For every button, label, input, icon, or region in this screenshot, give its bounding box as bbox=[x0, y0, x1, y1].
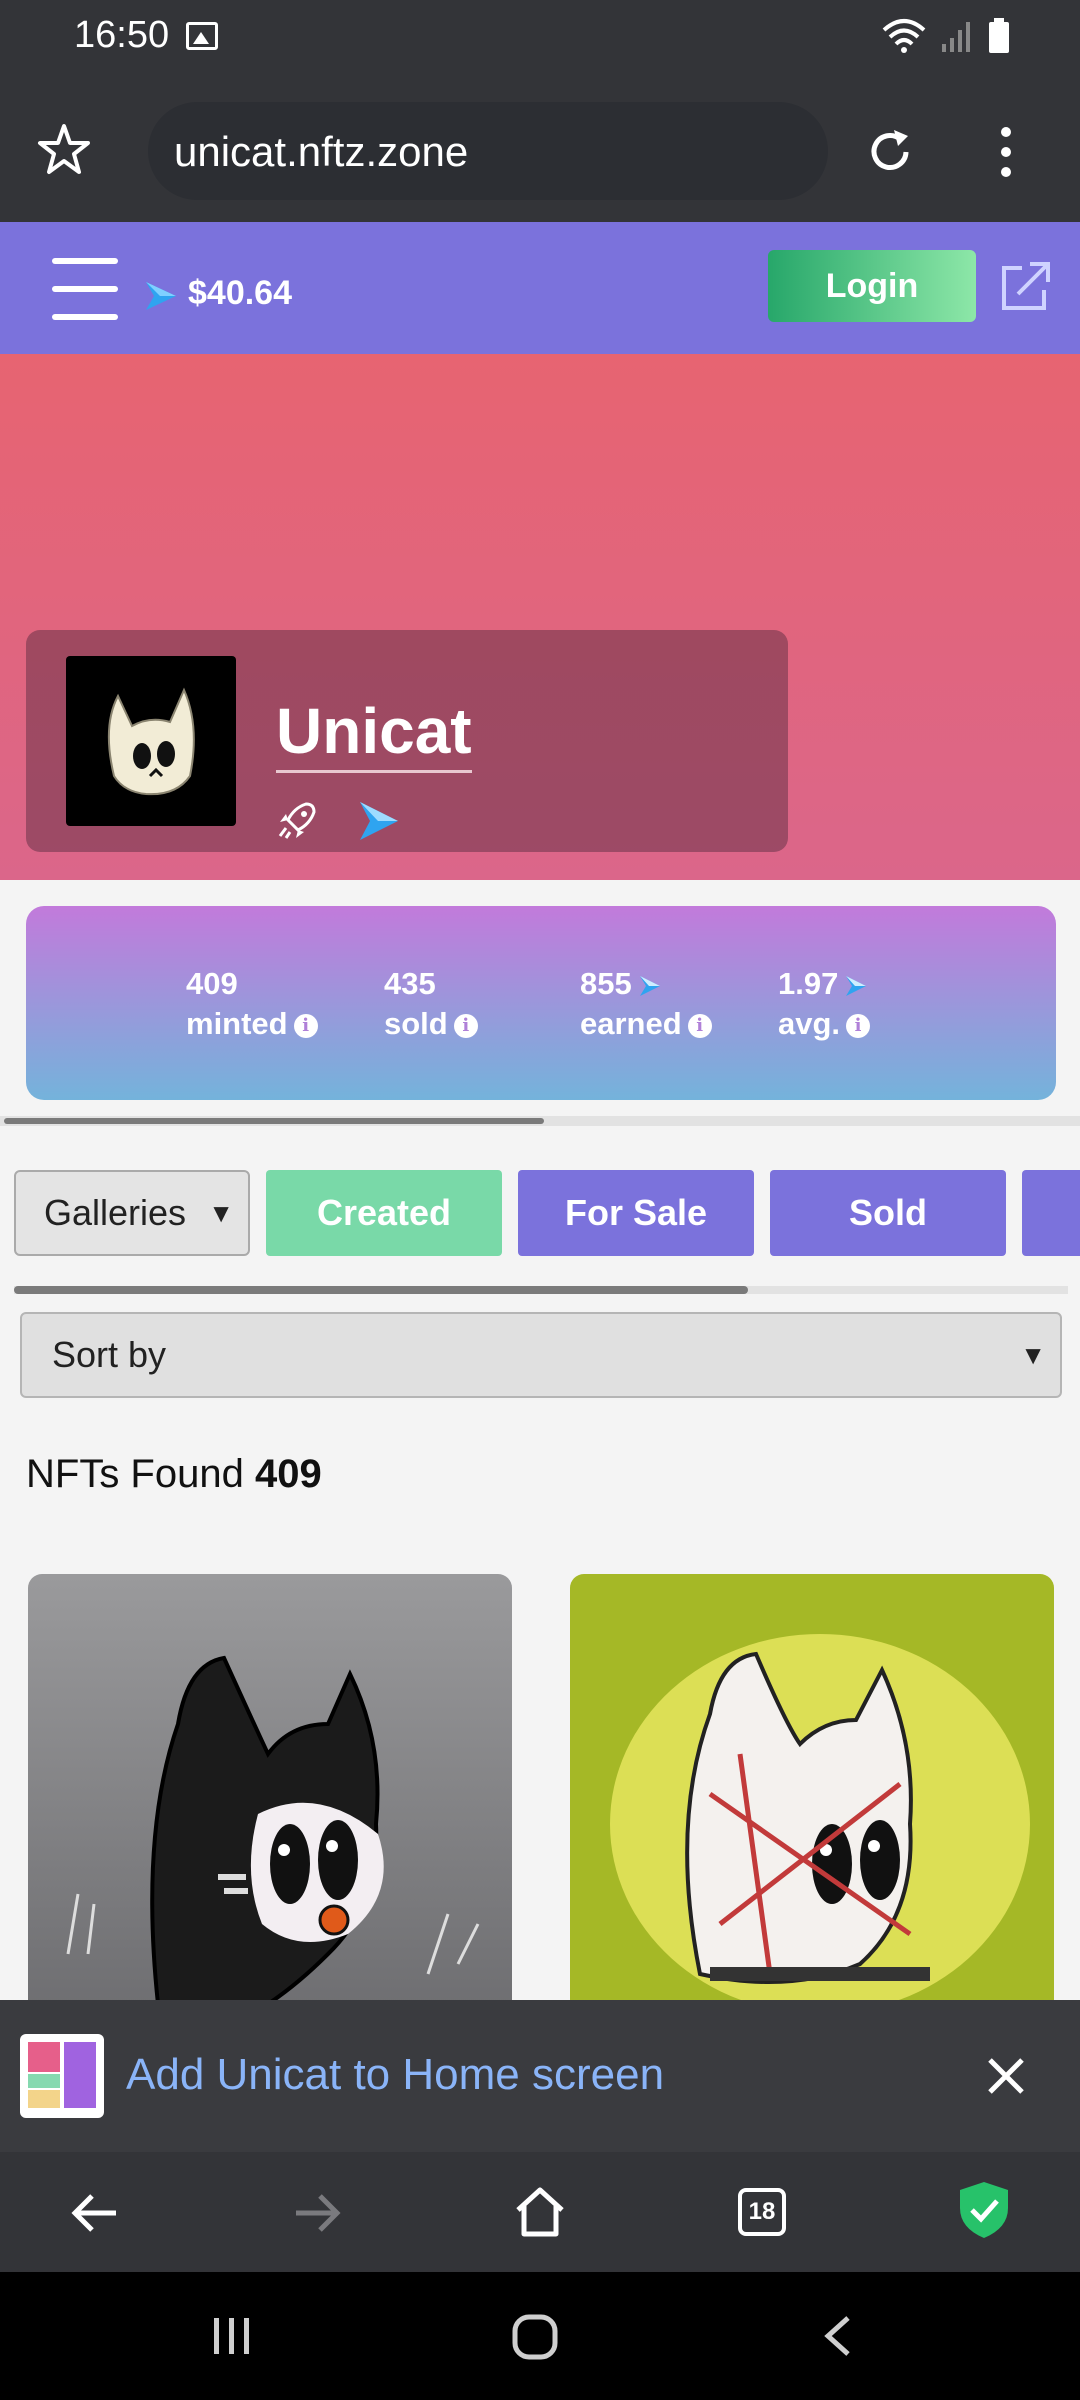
currency-logo-icon bbox=[639, 975, 660, 996]
stitched-white-cat-nft-image bbox=[610, 1634, 1030, 2004]
status-bar: 16:50 bbox=[0, 0, 1080, 80]
dropdown-arrow-icon: ▼ bbox=[208, 1198, 234, 1228]
currency-logo-icon bbox=[146, 282, 176, 310]
currency-logo-icon[interactable] bbox=[358, 800, 400, 842]
black-cat-nft-image bbox=[66, 1655, 480, 2004]
stat-value: 435 bbox=[384, 966, 436, 1001]
stat-label: sold bbox=[384, 1006, 448, 1041]
nft-card[interactable] bbox=[28, 1574, 512, 2004]
stat-value: 855 bbox=[580, 966, 632, 1001]
stat-sold: 435 sold i bbox=[384, 964, 478, 1044]
cat-skull-avatar-image bbox=[107, 687, 195, 796]
add-to-home-text[interactable]: Add Unicat to Home screen bbox=[126, 2050, 664, 2100]
stats-scrollbar[interactable] bbox=[0, 1116, 1080, 1126]
reload-icon[interactable] bbox=[862, 124, 918, 180]
stat-label: earned bbox=[580, 1006, 682, 1041]
battery-icon bbox=[989, 18, 1009, 53]
rocket-icon[interactable] bbox=[276, 800, 318, 842]
system-back-icon[interactable] bbox=[822, 2316, 852, 2356]
profile-banner: Unicat bbox=[0, 354, 1080, 880]
tabs-scrollbar[interactable] bbox=[14, 1286, 1068, 1294]
sort-by-label: Sort by bbox=[52, 1334, 167, 1375]
address-bar[interactable]: unicat.nftz.zone bbox=[148, 102, 828, 200]
stat-earned: 855 earned i bbox=[580, 964, 712, 1044]
site-header: $40.64 Login bbox=[0, 222, 1080, 354]
system-home-icon[interactable] bbox=[512, 2314, 558, 2360]
stat-value: 1.97 bbox=[778, 966, 839, 1001]
wallet-balance: $40.64 bbox=[188, 274, 292, 312]
status-time: 16:50 bbox=[74, 14, 170, 56]
security-shield-icon[interactable] bbox=[958, 2180, 1010, 2240]
stat-label: avg. bbox=[778, 1006, 841, 1041]
wifi-icon bbox=[882, 19, 926, 53]
home-icon[interactable] bbox=[512, 2184, 568, 2240]
external-link-icon[interactable] bbox=[998, 258, 1054, 314]
tabs-counter-button[interactable]: 18 bbox=[738, 2188, 786, 2236]
browser-bottom-nav: 18 bbox=[0, 2152, 1080, 2272]
profile-name[interactable]: Unicat bbox=[276, 694, 472, 773]
currency-logo-icon bbox=[846, 975, 867, 996]
stat-average: 1.97 avg. i bbox=[778, 964, 871, 1044]
info-icon[interactable]: i bbox=[846, 1013, 871, 1038]
image-notification-icon bbox=[186, 22, 218, 50]
scrollbar-thumb[interactable] bbox=[14, 1286, 748, 1294]
info-icon[interactable]: i bbox=[453, 1013, 478, 1038]
nft-card[interactable] bbox=[570, 1574, 1054, 2004]
bookmark-star-icon[interactable] bbox=[36, 122, 92, 178]
galleries-select-label: Galleries bbox=[44, 1192, 187, 1233]
recent-apps-icon[interactable] bbox=[212, 2316, 252, 2356]
stat-value: 409 bbox=[186, 966, 238, 1001]
stat-label: minted bbox=[186, 1006, 288, 1041]
tab-sold[interactable]: Sold bbox=[770, 1170, 1006, 1256]
app-icon bbox=[20, 2034, 104, 2118]
browser-toolbar: unicat.nftz.zone bbox=[0, 80, 1080, 222]
forward-arrow-icon[interactable] bbox=[292, 2188, 342, 2238]
system-icons bbox=[882, 18, 1010, 54]
url-text: unicat.nftz.zone bbox=[174, 128, 469, 175]
app-icon-graphic bbox=[28, 2042, 96, 2108]
stats-card: 409 minted i 435 sold i 855 earned i 1.97 a… bbox=[26, 906, 1056, 1100]
hamburger-menu-icon[interactable] bbox=[52, 258, 118, 320]
signal-icon bbox=[942, 22, 970, 52]
add-to-home-banner[interactable]: Add Unicat to Home screen bbox=[0, 2000, 1080, 2152]
info-icon[interactable]: i bbox=[687, 1013, 712, 1038]
galleries-select[interactable]: Galleries ▼ bbox=[14, 1170, 250, 1256]
profile-card: Unicat bbox=[26, 630, 788, 852]
profile-avatar[interactable] bbox=[66, 656, 236, 826]
nfts-found-number: 409 bbox=[254, 1452, 322, 1496]
tab-for-sale[interactable]: For Sale bbox=[518, 1170, 754, 1256]
nfts-found-count: NFTs Found 409 bbox=[26, 1452, 322, 1497]
nfts-found-label: NFTs Found bbox=[26, 1452, 244, 1496]
back-arrow-icon[interactable] bbox=[70, 2188, 120, 2238]
login-button[interactable]: Login bbox=[768, 250, 976, 322]
close-icon[interactable] bbox=[986, 2056, 1026, 2096]
stat-minted: 409 minted i bbox=[186, 964, 318, 1044]
tab-more-partial[interactable] bbox=[1022, 1170, 1080, 1256]
scrollbar-thumb[interactable] bbox=[4, 1118, 544, 1124]
dropdown-arrow-icon: ▼ bbox=[1020, 1340, 1046, 1370]
tab-created[interactable]: Created bbox=[266, 1170, 502, 1256]
system-navigation-bar bbox=[0, 2272, 1080, 2400]
sort-by-select[interactable]: Sort by ▼ bbox=[20, 1312, 1062, 1398]
info-icon[interactable]: i bbox=[293, 1013, 318, 1038]
more-menu-icon[interactable] bbox=[994, 124, 1018, 180]
